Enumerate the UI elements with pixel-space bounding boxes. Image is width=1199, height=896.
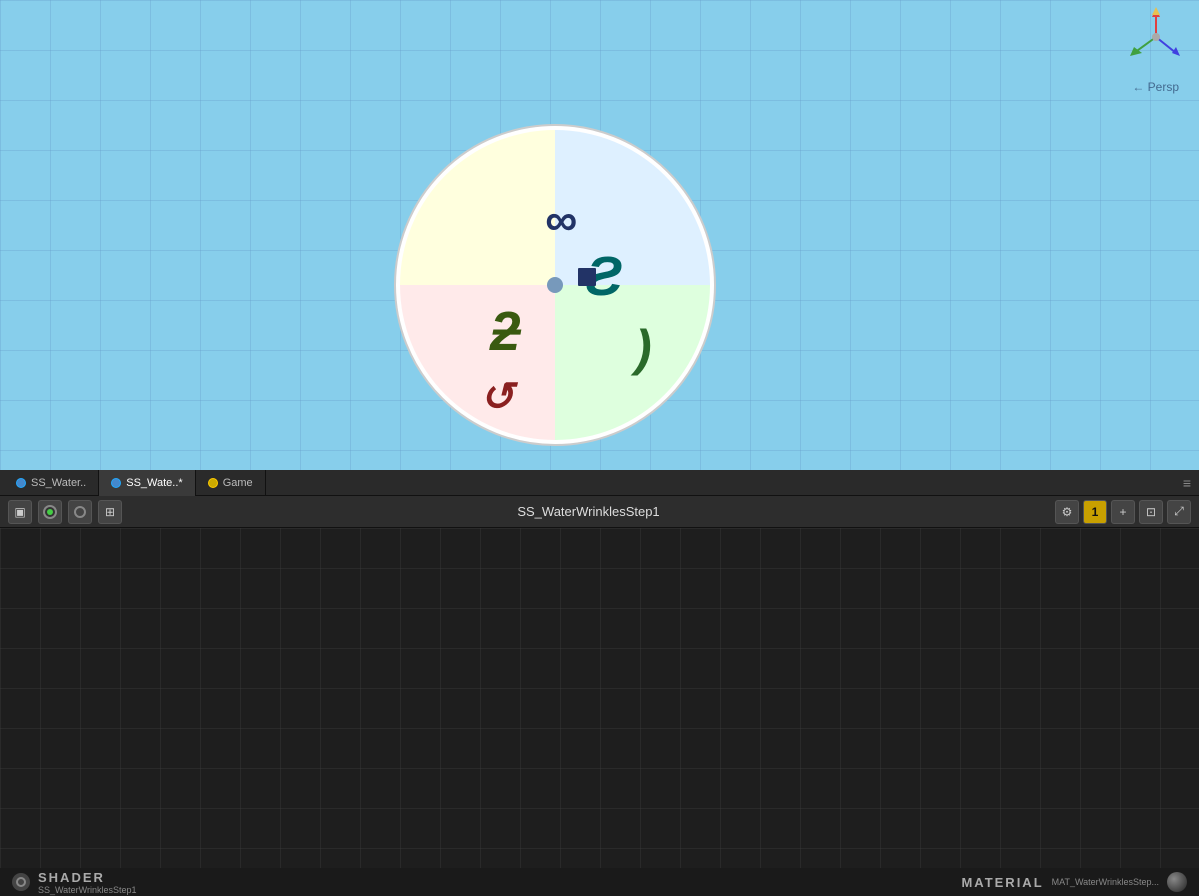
tab-ss-water-2[interactable]: SS_Wate..*	[99, 470, 195, 496]
tab-game[interactable]: Game	[196, 470, 266, 496]
material-preview: ∞ Ƨ ) ↺ ƻ	[390, 120, 720, 450]
toolbar-circle-btn[interactable]	[68, 500, 92, 524]
material-sub-label: MAT_WaterWrinklesStep...	[1052, 877, 1159, 887]
tab-ss-water-1[interactable]: SS_Water..	[4, 470, 99, 496]
shader-sub-label: SS_WaterWrinklesStep1	[38, 885, 137, 895]
toolbar-tiles-btn[interactable]: ⊡	[1139, 500, 1163, 524]
svg-text:↺: ↺	[480, 375, 519, 419]
svg-text:ƻ: ƻ	[489, 300, 522, 362]
material-sphere-icon[interactable]	[1167, 872, 1187, 892]
toolbar-layout-btn[interactable]: ▣	[8, 500, 32, 524]
bottom-right: MATERIAL MAT_WaterWrinklesStep...	[961, 872, 1187, 892]
perspective-label: ← Persp	[1132, 80, 1179, 94]
viewport: ← Persp ∞ Ƨ ) ↺ ƻ	[0, 0, 1199, 470]
toolbar-add-btn[interactable]: +	[1111, 500, 1135, 524]
bottom-left: SHADER SS_WaterWrinklesStep1	[12, 870, 137, 895]
tab-bar: SS_Water.. SS_Wate..* Game ≡	[0, 470, 1199, 496]
toolbar-grid-btn[interactable]: ⊞	[98, 500, 122, 524]
viewport-gizmo[interactable]	[1124, 5, 1189, 70]
toolbar-info-btn[interactable]: 1	[1083, 500, 1107, 524]
toolbar-expand-btn[interactable]: ⤢	[1167, 500, 1191, 524]
shader-label: SHADER	[38, 870, 137, 885]
toolbar-right-buttons: ⚙ 1 + ⊡ ⤢	[1055, 500, 1191, 524]
material-label: MATERIAL	[961, 875, 1043, 890]
toolbar-settings-btn[interactable]: ⚙	[1055, 500, 1079, 524]
svg-text:∞: ∞	[545, 194, 577, 245]
shader-toolbar: ▣ ⊞ SS_WaterWrinklesStep1 ⚙ 1 + ⊡ ⤢	[0, 496, 1199, 528]
shader-icon	[12, 873, 30, 891]
shader-editor-title: SS_WaterWrinklesStep1	[128, 504, 1049, 519]
shader-canvas[interactable]: Texture Coordinates ▼ Tex UV Tiling	[0, 528, 1199, 868]
node-connections	[0, 528, 1199, 868]
toolbar-record-btn[interactable]	[38, 500, 62, 524]
bottom-bar: SHADER SS_WaterWrinklesStep1 MATERIAL MA…	[0, 868, 1199, 896]
tab-menu-icon[interactable]: ≡	[1183, 475, 1199, 491]
bottom-shader-section: SHADER SS_WaterWrinklesStep1	[38, 870, 137, 895]
